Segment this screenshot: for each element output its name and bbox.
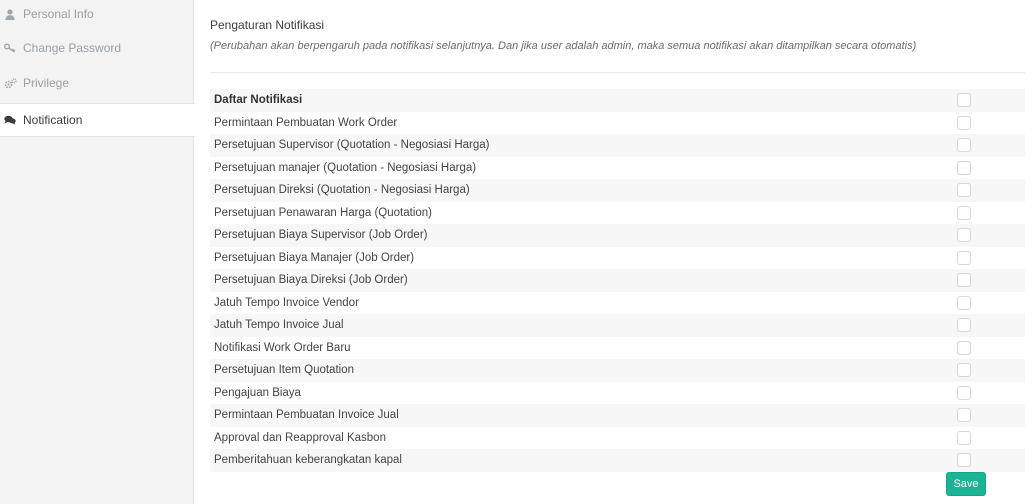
divider bbox=[210, 72, 1025, 73]
notification-label: Jatuh Tempo Invoice Vendor bbox=[214, 296, 359, 309]
table-row: Notifikasi Work Order Baru bbox=[210, 337, 1025, 360]
notification-checkbox[interactable] bbox=[957, 228, 971, 243]
table-row: Jatuh Tempo Invoice Vendor bbox=[210, 292, 1025, 315]
table-row: Pemberitahuan keberangkatan kapal bbox=[210, 449, 1025, 472]
notification-checkbox[interactable] bbox=[957, 340, 971, 355]
sidebar-item-label: Personal Info bbox=[23, 7, 94, 21]
notification-checkbox[interactable] bbox=[957, 160, 971, 175]
notification-label: Persetujuan Supervisor (Quotation - Nego… bbox=[214, 139, 490, 152]
table-row: Persetujuan Biaya Supervisor (Job Order) bbox=[210, 224, 1025, 247]
table-row: Persetujuan Penawaran Harga (Quotation) bbox=[210, 202, 1025, 225]
table-row: Persetujuan Item Quotation bbox=[210, 359, 1025, 382]
sidebar-item-label: Privilege bbox=[23, 76, 70, 90]
table-row: Persetujuan Biaya Manajer (Job Order) bbox=[210, 247, 1025, 270]
notification-label: Persetujuan Direksi (Quotation - Negosia… bbox=[214, 184, 470, 197]
notification-label: Permintaan Pembuatan Work Order bbox=[214, 116, 398, 129]
notification-checkbox[interactable] bbox=[957, 408, 971, 423]
section-title: Pengaturan Notifikasi bbox=[210, 18, 325, 32]
notification-label: Persetujuan Item Quotation bbox=[214, 364, 354, 377]
save-button[interactable]: Save bbox=[946, 472, 986, 496]
notification-label: Notifikasi Work Order Baru bbox=[214, 341, 351, 354]
notification-settings-panel: Pengaturan Notifikasi (Perubahan akan be… bbox=[195, 0, 1032, 504]
notification-checkbox[interactable] bbox=[957, 318, 971, 333]
table-row: Persetujuan manajer (Quotation - Negosia… bbox=[210, 157, 1025, 180]
notification-checkbox[interactable] bbox=[957, 138, 971, 153]
notification-table: Daftar Notifikasi Permintaan Pembuatan W… bbox=[210, 89, 1025, 472]
table-row: Approval dan Reapproval Kasbon bbox=[210, 427, 1025, 450]
sidebar-item-personal-info[interactable]: Personal Info bbox=[0, 0, 194, 31]
comments-icon bbox=[2, 112, 18, 128]
user-icon bbox=[2, 6, 18, 22]
key-icon bbox=[2, 40, 18, 56]
gears-icon bbox=[2, 75, 18, 91]
notification-label: Persetujuan Penawaran Harga (Quotation) bbox=[214, 206, 432, 219]
table-row: Jatuh Tempo Invoice Jual bbox=[210, 314, 1025, 337]
table-row: Persetujuan Biaya Direksi (Job Order) bbox=[210, 269, 1025, 292]
notification-checkbox[interactable] bbox=[957, 115, 971, 130]
notification-checkbox[interactable] bbox=[957, 205, 971, 220]
sidebar: Personal Info Change Password Privilege … bbox=[0, 0, 195, 504]
notification-checkbox[interactable] bbox=[957, 273, 971, 288]
sidebar-item-privilege[interactable]: Privilege bbox=[0, 66, 194, 100]
table-row: Persetujuan Supervisor (Quotation - Nego… bbox=[210, 134, 1025, 157]
notification-checkbox[interactable] bbox=[957, 250, 971, 265]
section-note: (Perubahan akan berpengaruh pada notifik… bbox=[210, 40, 917, 52]
table-row: Permintaan Pembuatan Work Order bbox=[210, 112, 1025, 135]
notification-checkbox[interactable] bbox=[957, 363, 971, 378]
notification-checkbox[interactable] bbox=[957, 430, 971, 445]
notification-label: Persetujuan manajer (Quotation - Negosia… bbox=[214, 161, 477, 174]
sidebar-item-label: Change Password bbox=[23, 41, 122, 55]
sidebar-item-notification[interactable]: Notification bbox=[0, 103, 195, 137]
notification-label: Jatuh Tempo Invoice Jual bbox=[214, 319, 344, 332]
notification-label: Persetujuan Biaya Manajer (Job Order) bbox=[214, 251, 415, 264]
sidebar-item-label: Notification bbox=[23, 113, 83, 127]
notification-label: Pengajuan Biaya bbox=[214, 386, 301, 399]
notification-label: Permintaan Pembuatan Invoice Jual bbox=[214, 409, 399, 422]
table-header-label: Daftar Notifikasi bbox=[214, 94, 303, 107]
notification-checkbox[interactable] bbox=[957, 453, 971, 468]
notification-label: Pemberitahuan keberangkatan kapal bbox=[214, 454, 402, 467]
sidebar-item-change-password[interactable]: Change Password bbox=[0, 31, 194, 65]
notification-checkbox[interactable] bbox=[957, 183, 971, 198]
table-header-row: Daftar Notifikasi bbox=[210, 89, 1025, 112]
notification-checkbox[interactable] bbox=[957, 385, 971, 400]
notification-label: Persetujuan Biaya Supervisor (Job Order) bbox=[214, 229, 428, 242]
notification-label: Approval dan Reapproval Kasbon bbox=[214, 431, 386, 444]
notification-label: Persetujuan Biaya Direksi (Job Order) bbox=[214, 274, 408, 287]
select-all-checkbox[interactable] bbox=[957, 93, 971, 108]
table-row: Pengajuan Biaya bbox=[210, 382, 1025, 405]
notification-checkbox[interactable] bbox=[957, 295, 971, 310]
table-row: Persetujuan Direksi (Quotation - Negosia… bbox=[210, 179, 1025, 202]
table-row: Permintaan Pembuatan Invoice Jual bbox=[210, 404, 1025, 427]
